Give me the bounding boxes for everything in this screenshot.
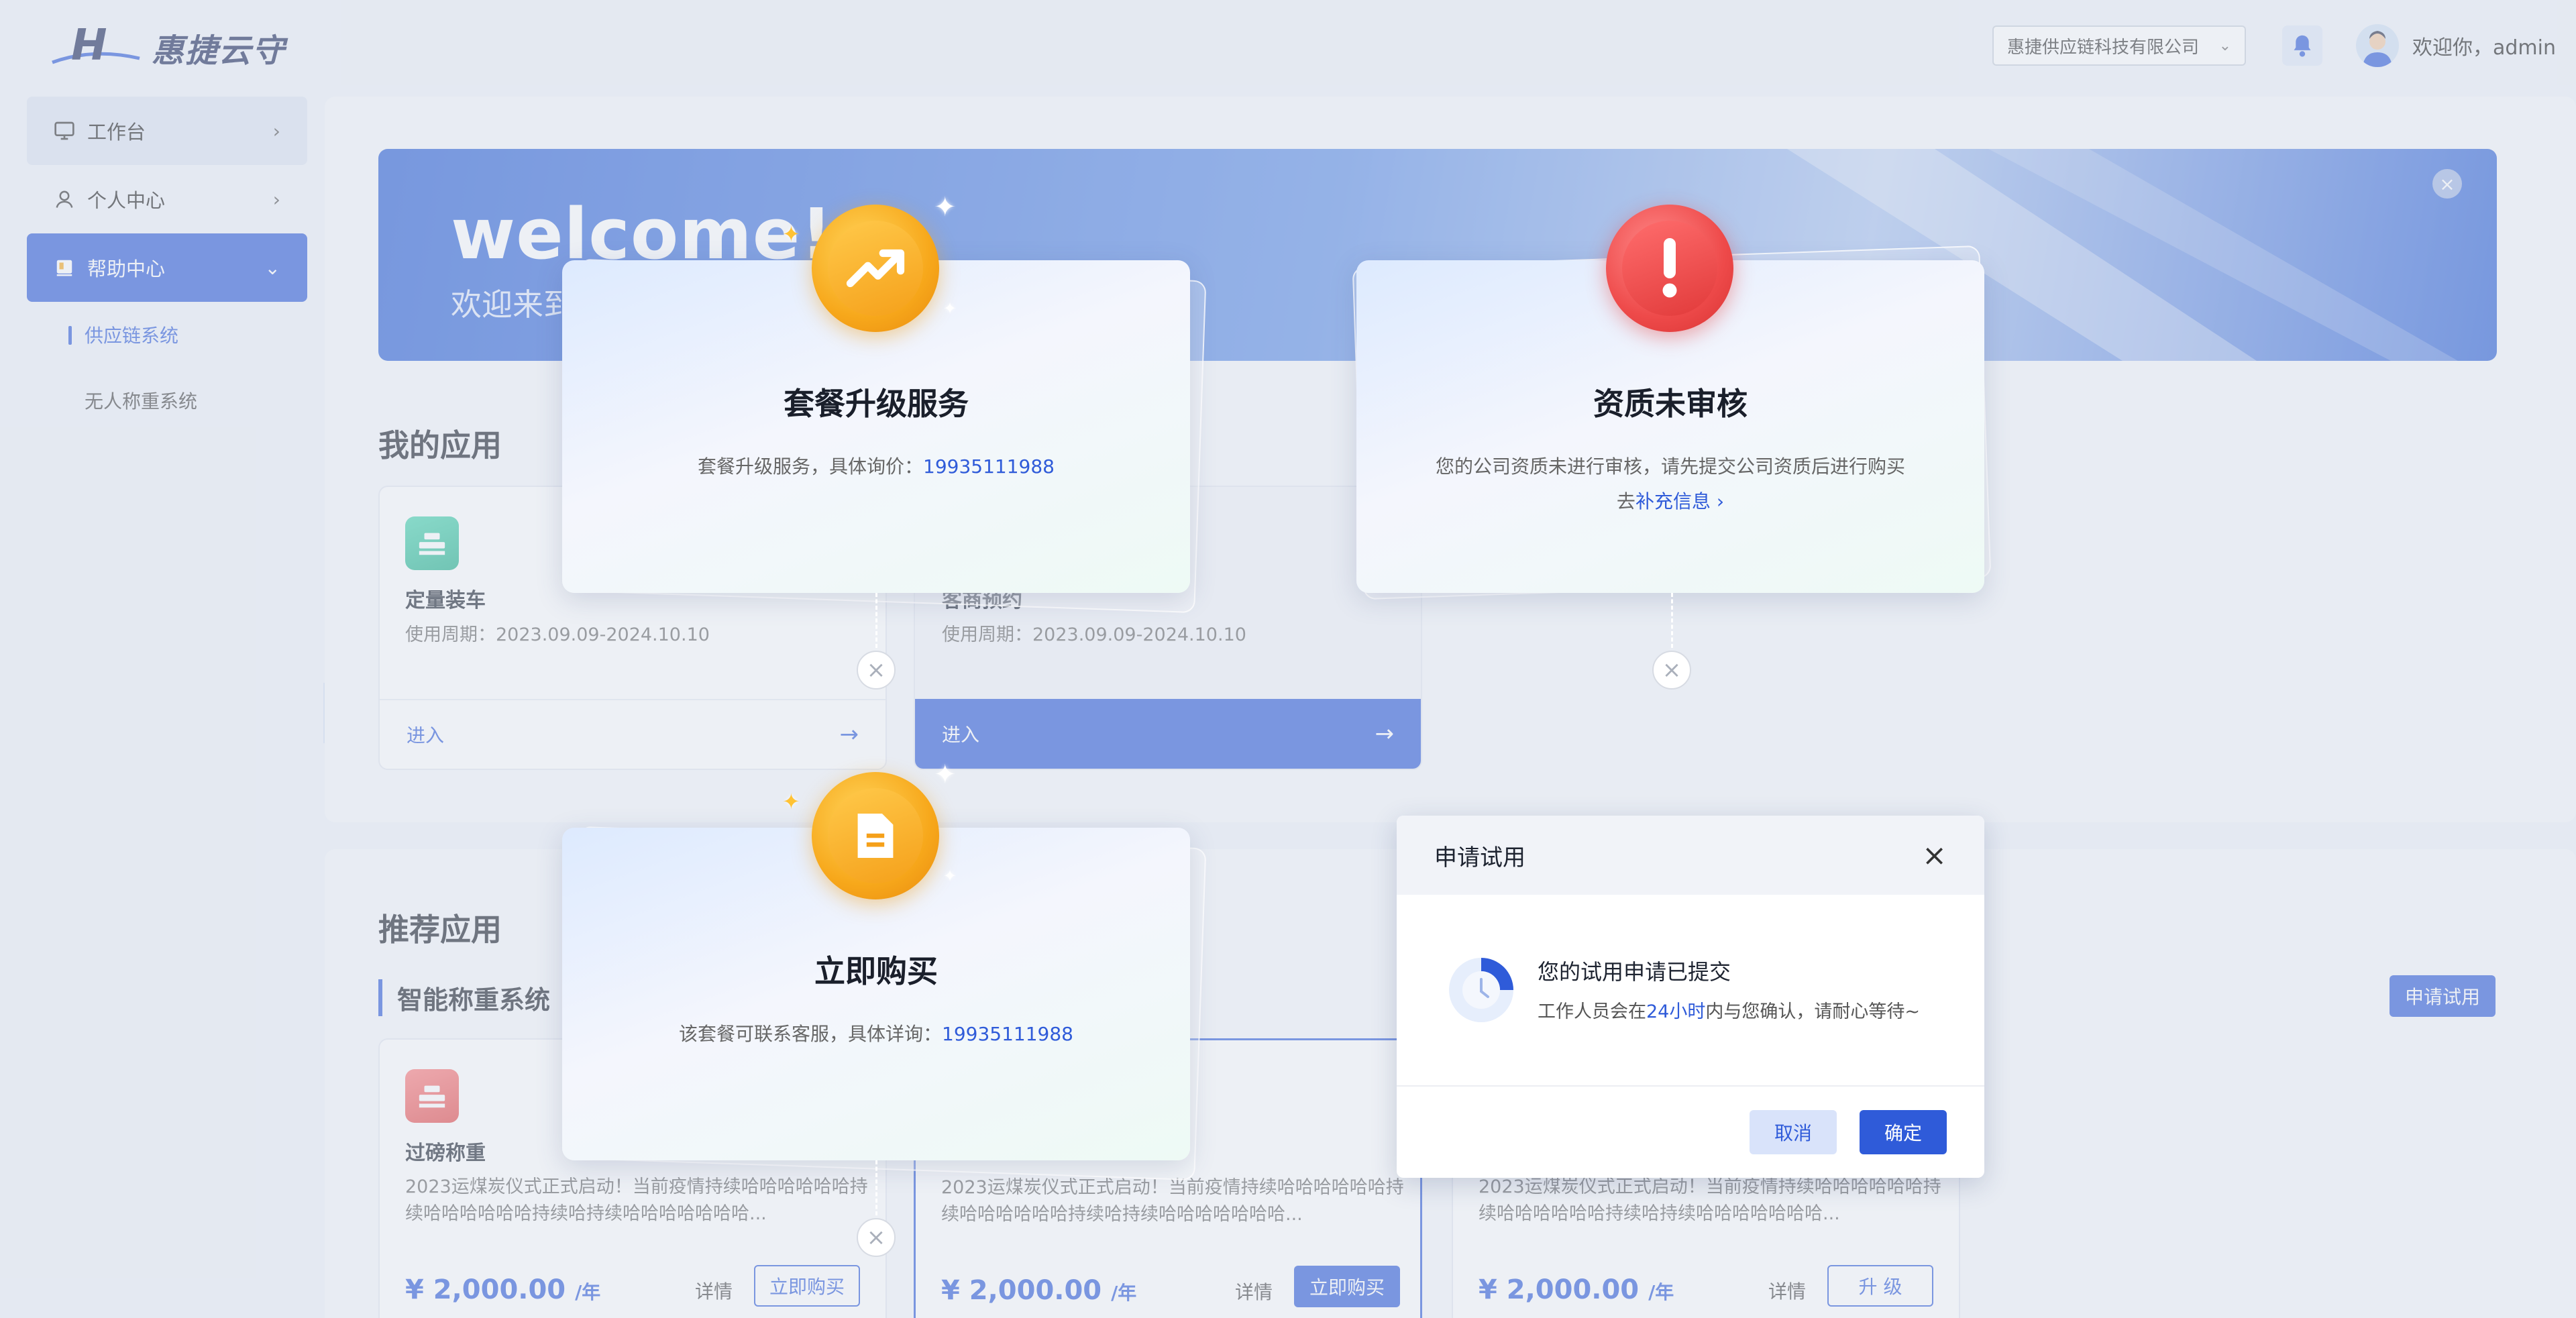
document-medal (812, 772, 939, 899)
dialog-footer: 取消 确定 (1397, 1085, 1984, 1178)
dialog-body: 您的试用申请已提交 工作人员会在24小时内与您确认，请耐心等待~ (1397, 895, 1984, 1070)
promo-title: 立即购买 (814, 953, 938, 989)
promo-text-label: 该套餐可联系客服，具体详询： (679, 1023, 943, 1045)
promo-text: 您的公司资质未进行审核，请先提交公司资质后进行购买 (1435, 455, 1905, 478)
close-icon: × (866, 1224, 886, 1251)
sparkle-icon: ✦ (943, 299, 957, 318)
supplement-info-link[interactable]: 补充信息 (1635, 490, 1711, 512)
trend-up-icon (828, 221, 923, 316)
promo-title: 资质未审核 (1593, 386, 1748, 422)
close-icon: × (1662, 657, 1682, 683)
warning-medal (1606, 205, 1733, 332)
connector-line (875, 593, 877, 648)
supplement-info-row: 去补充信息 › (1356, 487, 1984, 514)
trend-up-medal (812, 205, 939, 332)
connector-line (875, 1160, 877, 1215)
dialog-title: 申请试用 (1434, 844, 1525, 871)
modal-overlay (0, 0, 2576, 1318)
promo-text-label: 套餐升级服务，具体询价： (698, 455, 924, 478)
sparkle-icon: ✦ (943, 867, 957, 885)
sparkle-icon: ✦ (934, 192, 957, 223)
dialog-heading: 您的试用申请已提交 (1538, 959, 1731, 985)
apply-trial-dialog: 申请试用 × 您的试用申请已提交 工作人员会在24小时内与您确认，请耐心等待~ … (1397, 816, 1984, 1178)
confirm-button[interactable]: 确定 (1860, 1110, 1947, 1154)
link-prefix: 去 (1616, 490, 1635, 512)
connector-line (1671, 593, 1673, 648)
phone-link[interactable]: 19935111988 (942, 1023, 1073, 1045)
message-prefix: 工作人员会在 (1538, 1001, 1646, 1022)
close-promo-button[interactable]: × (857, 1218, 896, 1257)
chevron-right-icon: › (1716, 490, 1725, 512)
phone-link[interactable]: 19935111988 (923, 455, 1055, 478)
dialog-message: 工作人员会在24小时内与您确认，请耐心等待~ (1538, 997, 1920, 1023)
document-icon (828, 788, 923, 883)
message-suffix: 内与您确认，请耐心等待~ (1705, 1001, 1920, 1022)
dialog-close-button[interactable]: × (1922, 838, 1947, 873)
promo-text: 套餐升级服务，具体询价：19935111988 (562, 452, 1190, 479)
sparkle-icon: ✦ (782, 221, 800, 247)
sparkle-icon: ✦ (934, 759, 957, 790)
sparkle-icon: ✦ (782, 789, 800, 814)
close-promo-button[interactable]: × (857, 651, 896, 690)
promo-title: 套餐升级服务 (784, 386, 969, 422)
clock-progress-icon (1444, 952, 1519, 1028)
dialog-header: 申请试用 × (1397, 816, 1984, 895)
close-icon: × (866, 657, 886, 683)
exclamation-icon (1622, 221, 1717, 316)
close-promo-button[interactable]: × (1652, 651, 1691, 690)
message-highlight: 24小时 (1646, 1001, 1706, 1022)
cancel-button[interactable]: 取消 (1750, 1110, 1837, 1154)
promo-text: 该套餐可联系客服，具体详询：19935111988 (562, 1020, 1190, 1046)
